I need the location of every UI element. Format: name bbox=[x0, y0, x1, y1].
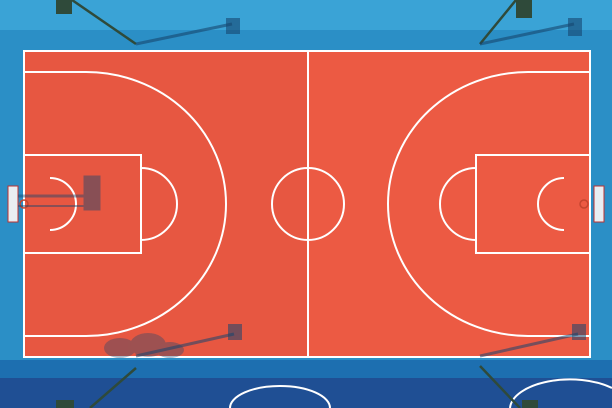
edge-box-bottom-left bbox=[56, 400, 74, 408]
pole-base-top-left bbox=[56, 0, 72, 14]
backboard-left bbox=[7, 185, 19, 223]
backboard-right bbox=[593, 185, 605, 223]
lower-band bbox=[0, 360, 612, 378]
lamp-shadow-top-left bbox=[226, 18, 240, 34]
tree-shadow-blob-3 bbox=[156, 342, 184, 358]
lamp-shadow-bottom-left bbox=[228, 324, 242, 340]
court-scene bbox=[0, 0, 612, 408]
lamp-shadow-bottom-right bbox=[572, 324, 586, 340]
court-shade bbox=[24, 51, 308, 357]
edge-box-bottom-right bbox=[522, 400, 538, 408]
pole-base-top-right bbox=[516, 0, 532, 18]
shadow-backboard bbox=[83, 175, 101, 211]
lamp-shadow-top-right bbox=[568, 18, 582, 36]
